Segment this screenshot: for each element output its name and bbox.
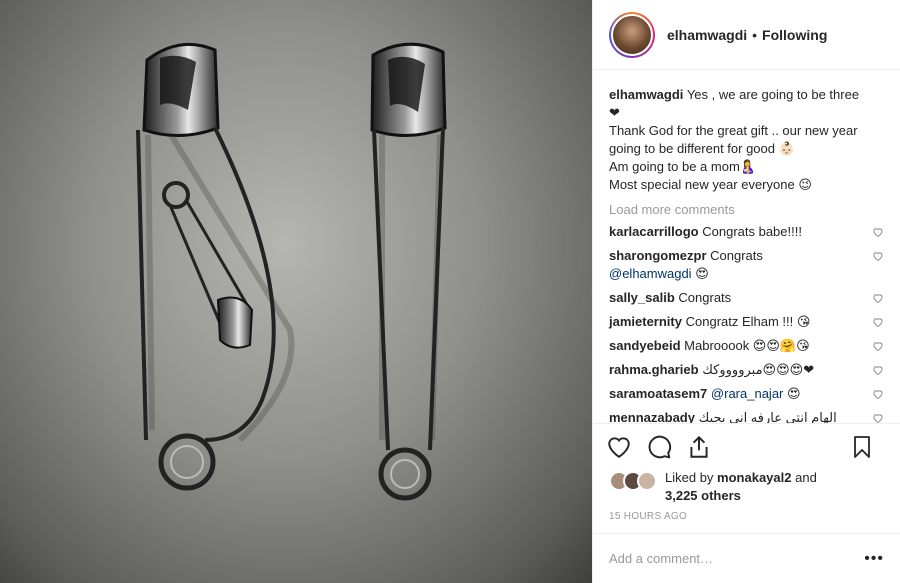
comment-text: مبرووووكك😍😍😍❤ <box>702 362 815 377</box>
heart-icon[interactable] <box>605 433 633 461</box>
comment-like-icon[interactable] <box>872 292 884 304</box>
comment-row: saramoatasem7 @rara_najar 😍 <box>609 385 884 403</box>
post-timestamp[interactable]: 15 HOURS AGO <box>593 511 900 533</box>
comment-username[interactable]: mennazabady <box>609 410 695 423</box>
comment-like-icon[interactable] <box>872 340 884 352</box>
caption-line-5: Most special new year everyone 😉 <box>609 177 812 192</box>
likes-count[interactable]: 3,225 others <box>665 488 741 503</box>
action-bar <box>593 423 900 469</box>
comment-like-icon[interactable] <box>872 250 884 262</box>
comment-username[interactable]: jamieternity <box>609 314 682 329</box>
header-username[interactable]: elhamwagdi <box>667 27 747 43</box>
add-comment-bar: Add a comment… ••• <box>593 533 900 583</box>
comment-row: sally_salib Congrats <box>609 289 884 307</box>
separator-dot: • <box>752 26 758 43</box>
liker-avatars[interactable] <box>609 471 657 491</box>
instagram-post: elhamwagdi • Following elhamwagdi Yes , … <box>0 0 900 583</box>
likes-and-label: and <box>795 470 817 485</box>
avatar[interactable] <box>609 11 655 58</box>
comment-text: الهام انتي عارفه اني بحبك <box>698 410 837 423</box>
comments-section[interactable]: elhamwagdi Yes , we are going to be thre… <box>593 70 900 423</box>
comment-like-icon[interactable] <box>872 316 884 328</box>
post-photo[interactable] <box>0 0 592 583</box>
add-comment-input[interactable]: Add a comment… <box>609 551 713 566</box>
comment-like-icon[interactable] <box>872 412 884 423</box>
post-sidebar: elhamwagdi • Following elhamwagdi Yes , … <box>592 0 900 583</box>
comment-like-icon[interactable] <box>872 364 884 376</box>
share-icon[interactable] <box>685 433 713 461</box>
comment-row: sandyebeid Mabrooook 😍😍🤗😘 <box>609 337 884 355</box>
comment-username[interactable]: sandyebeid <box>609 338 681 353</box>
comment-text: Congrats <box>678 290 732 305</box>
comment-text: Mabrooook 😍😍🤗😘 <box>684 338 810 353</box>
comment-text: Congrats babe!!!! <box>702 224 802 239</box>
caption-line-2: ❤ <box>609 105 620 120</box>
caption-line-3: Thank God for the great gift .. our new … <box>609 123 858 156</box>
comment-emoji: 😍 <box>787 386 801 401</box>
comment-like-icon[interactable] <box>872 388 884 400</box>
comment-row: karlacarrillogo Congrats babe!!!! <box>609 223 884 241</box>
comment-text: Congratz Elham !!! 😘 <box>685 314 811 329</box>
likes-summary: Liked by monakayal2 and 3,225 others <box>593 469 900 511</box>
comment-emoji: 😍 <box>695 266 709 281</box>
load-more-comments[interactable]: Load more comments <box>609 202 884 217</box>
comment-username[interactable]: sally_salib <box>609 290 675 305</box>
caption: elhamwagdi Yes , we are going to be thre… <box>609 86 884 194</box>
following-button[interactable]: Following <box>762 27 827 43</box>
small-safety-pin <box>162 181 254 349</box>
comment-row: mennazabady الهام انتي عارفه اني بحبك <box>609 409 884 423</box>
caption-username[interactable]: elhamwagdi <box>609 87 683 102</box>
comment-username[interactable]: rahma.gharieb <box>609 362 699 377</box>
liker-username[interactable]: monakayal2 <box>717 470 791 485</box>
caption-line-4: Am going to be a mom🤱 <box>609 159 756 174</box>
comment-like-icon[interactable] <box>872 226 884 238</box>
liked-by-label: Liked by <box>665 470 714 485</box>
caption-line-1: Yes , we are going to be three <box>686 87 860 102</box>
comment-row: jamieternity Congratz Elham !!! 😘 <box>609 313 884 331</box>
comment-row: sharongomezpr Congrats @elhamwagdi 😍 <box>609 247 884 283</box>
avatar-image <box>611 13 653 56</box>
bookmark-icon[interactable] <box>848 433 876 461</box>
comment-text: Congrats <box>710 248 763 263</box>
post-header: elhamwagdi • Following <box>593 0 900 70</box>
comment-username[interactable]: saramoatasem7 <box>609 386 707 401</box>
liker-avatar <box>637 471 657 491</box>
comment-mention[interactable]: @elhamwagdi <box>609 266 692 281</box>
likes-text: Liked by monakayal2 and 3,225 others <box>665 469 817 505</box>
safety-pins-image <box>136 42 447 501</box>
comment-row: rahma.gharieb مبرووووكك😍😍😍❤ <box>609 361 884 379</box>
comment-username[interactable]: sharongomezpr <box>609 248 707 263</box>
more-options-icon[interactable]: ••• <box>864 550 884 568</box>
comment-username[interactable]: karlacarrillogo <box>609 224 699 239</box>
comment-icon[interactable] <box>645 433 673 461</box>
comment-mention[interactable]: @rara_najar <box>711 386 783 401</box>
